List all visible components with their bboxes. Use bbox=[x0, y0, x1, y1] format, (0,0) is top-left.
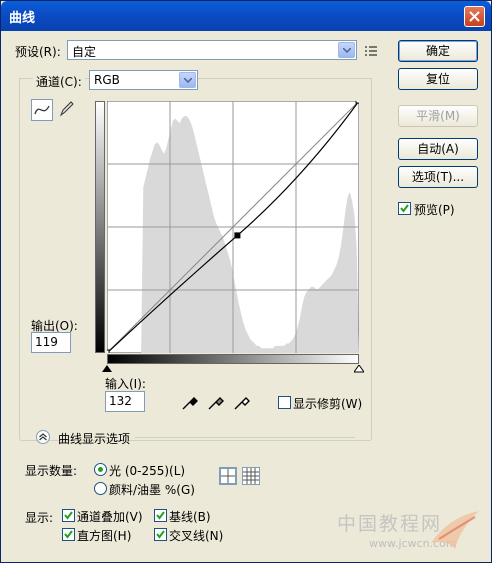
chevron-down-icon[interactable] bbox=[338, 42, 355, 58]
check-icon bbox=[156, 530, 165, 539]
white-point-slider[interactable] bbox=[354, 365, 364, 373]
preset-label: 预设(R): bbox=[15, 45, 61, 59]
show-label: 显示: bbox=[25, 511, 54, 525]
auto-button[interactable]: 自动(A) bbox=[398, 138, 478, 160]
curve-point-end[interactable] bbox=[355, 101, 359, 104]
preview-label: 预览(P) bbox=[414, 203, 455, 217]
close-icon bbox=[469, 11, 480, 22]
detailed-grid-button[interactable] bbox=[242, 467, 260, 485]
preset-value: 自定 bbox=[72, 45, 97, 59]
smooth-button[interactable]: 平滑(M) bbox=[398, 105, 478, 127]
channel-select[interactable]: RGB bbox=[89, 70, 198, 90]
intersection-label: 交叉线(N) bbox=[169, 529, 224, 543]
ok-button[interactable]: 确定 bbox=[398, 40, 478, 62]
collapse-chevron-icon[interactable] bbox=[36, 430, 50, 444]
black-point-slider[interactable] bbox=[102, 365, 112, 373]
title-bar[interactable]: 曲线 bbox=[1, 1, 491, 31]
radio-pigment[interactable] bbox=[94, 482, 107, 495]
watermark-text: 中国教程网 bbox=[337, 513, 443, 535]
baseline-label: 基线(B) bbox=[169, 510, 211, 524]
input-gradient-bar bbox=[107, 354, 359, 364]
curve-graph[interactable] bbox=[107, 101, 359, 353]
preset-select[interactable]: 自定 bbox=[67, 40, 357, 60]
baseline-checkbox[interactable] bbox=[154, 509, 167, 522]
histogram-checkbox[interactable] bbox=[62, 528, 75, 541]
curve-control-point[interactable] bbox=[234, 232, 241, 239]
curves-dialog: 曲线 预设(R): 自定 确定 复位 平滑(M) 自动(A) 选项(T)... … bbox=[0, 0, 492, 563]
check-icon bbox=[156, 511, 165, 520]
options-button[interactable]: 选项(T)... bbox=[398, 166, 478, 188]
curve-point-tool[interactable] bbox=[31, 99, 53, 121]
channel-label: 通道(C): bbox=[33, 73, 85, 90]
preview-checkbox[interactable] bbox=[398, 202, 411, 215]
channel-value: RGB bbox=[94, 73, 120, 87]
gray-eyedropper-icon[interactable] bbox=[207, 393, 225, 411]
grid-4-icon bbox=[221, 469, 235, 483]
intersection-checkbox[interactable] bbox=[154, 528, 167, 541]
show-clipping-label: 显示修剪(W) bbox=[293, 397, 363, 411]
preset-menu-icon[interactable] bbox=[365, 45, 379, 57]
channel-overlay-label: 通道叠加(V) bbox=[77, 510, 143, 524]
radio-pigment-label: 颜料/油墨 %(G) bbox=[109, 483, 195, 497]
display-options-label: 曲线显示选项 bbox=[58, 432, 131, 446]
reset-button[interactable]: 复位 bbox=[398, 68, 478, 90]
curve-point-start[interactable] bbox=[107, 349, 110, 353]
show-clipping-checkbox[interactable] bbox=[278, 396, 291, 409]
white-eyedropper-icon[interactable] bbox=[233, 393, 251, 411]
output-field[interactable]: 119 bbox=[31, 332, 71, 353]
chevron-down-icon[interactable] bbox=[179, 72, 196, 88]
check-icon bbox=[64, 530, 73, 539]
show-amount-label: 显示数量: bbox=[25, 464, 78, 478]
close-button[interactable] bbox=[464, 6, 485, 27]
grid-16-icon bbox=[243, 468, 259, 484]
radio-light[interactable] bbox=[94, 463, 107, 476]
channel-overlay-checkbox[interactable] bbox=[62, 509, 75, 522]
output-gradient-bar bbox=[95, 101, 105, 353]
input-field[interactable]: 132 bbox=[105, 391, 145, 412]
display-options-divider bbox=[135, 437, 355, 438]
check-icon bbox=[400, 204, 409, 213]
histogram-label: 直方图(H) bbox=[77, 529, 132, 543]
check-icon bbox=[64, 511, 73, 520]
simple-grid-button[interactable] bbox=[219, 467, 237, 485]
input-label: 输入(I): bbox=[105, 377, 146, 391]
watermark-bird-logo bbox=[431, 511, 479, 549]
pencil-icon bbox=[59, 101, 74, 117]
curve-icon bbox=[34, 105, 50, 115]
window-title: 曲线 bbox=[9, 11, 36, 26]
pencil-tool[interactable] bbox=[56, 99, 78, 121]
black-eyedropper-icon[interactable] bbox=[181, 393, 199, 411]
radio-light-label: 光 (0-255)(L) bbox=[109, 464, 186, 478]
